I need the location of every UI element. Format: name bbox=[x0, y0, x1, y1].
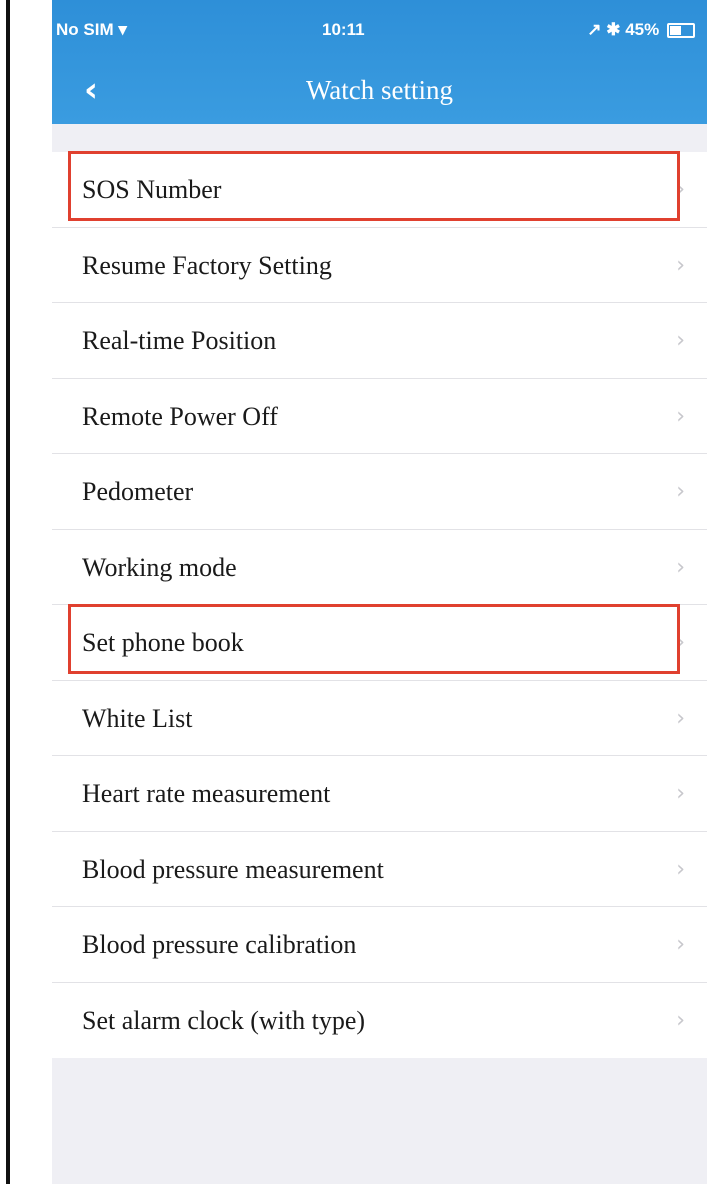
settings-row-pedometer[interactable]: Pedometer › bbox=[52, 454, 707, 530]
settings-row-blood-pressure-calibration[interactable]: Blood pressure calibration › bbox=[52, 907, 707, 983]
settings-row-working-mode[interactable]: Working mode › bbox=[52, 530, 707, 605]
chevron-right-icon: › bbox=[676, 1007, 685, 1033]
settings-row-remote-power-off[interactable]: Remote Power Off › bbox=[52, 379, 707, 454]
battery-percentage: ↗ ✱ 45% bbox=[587, 20, 660, 39]
settings-row-label: SOS Number bbox=[82, 175, 222, 204]
chevron-right-icon: › bbox=[676, 328, 685, 353]
settings-row-label: Pedometer bbox=[82, 477, 194, 506]
settings-row-label: White List bbox=[82, 703, 193, 733]
settings-row-label: Blood pressure measurement bbox=[82, 854, 384, 884]
chevron-right-icon: › bbox=[676, 932, 685, 957]
chevron-right-icon: › bbox=[676, 177, 685, 202]
settings-row-label: Real-time Position bbox=[82, 326, 277, 355]
settings-row-label: Resume Factory Setting bbox=[82, 250, 332, 280]
left-border bbox=[6, 0, 10, 1184]
settings-row-label: Working mode bbox=[82, 552, 237, 582]
battery-icon bbox=[667, 23, 695, 39]
status-time: 10:11 bbox=[322, 20, 365, 39]
chevron-right-icon: › bbox=[676, 479, 685, 504]
settings-row-heart-rate-measurement[interactable]: Heart rate measurement › bbox=[52, 756, 707, 832]
chevron-right-icon: › bbox=[676, 403, 685, 429]
settings-row-label: Remote Power Off bbox=[82, 401, 278, 431]
chevron-right-icon: › bbox=[676, 856, 685, 882]
chevron-right-icon: › bbox=[676, 705, 685, 731]
settings-row-real-time-position[interactable]: Real-time Position › bbox=[52, 303, 707, 379]
settings-row-sos-number[interactable]: SOS Number › bbox=[52, 151, 707, 228]
settings-row-blood-pressure-measurement[interactable]: Blood pressure measurement › bbox=[52, 832, 707, 907]
page-title: Watch setting bbox=[305, 75, 454, 105]
settings-row-label: Blood pressure calibration bbox=[82, 930, 357, 959]
chevron-right-icon: › bbox=[676, 630, 685, 655]
nav-header: No SIM ▾ 10:11 ↗ ✱ 45% ‹ Watch setting bbox=[52, 0, 707, 124]
settings-row-label: Heart rate measurement bbox=[82, 779, 331, 808]
settings-row-resume-factory-setting[interactable]: Resume Factory Setting › bbox=[52, 228, 707, 303]
settings-row-set-phone-book[interactable]: Set phone book › bbox=[52, 604, 707, 681]
settings-row-white-list[interactable]: White List › bbox=[52, 681, 707, 756]
settings-row-set-alarm-clock-with-type[interactable]: Set alarm clock (with type) › bbox=[52, 983, 707, 1059]
status-indicators: ↗ ✱ 45% bbox=[587, 20, 695, 40]
settings-row-label: Set phone book bbox=[82, 628, 244, 657]
chevron-right-icon: › bbox=[676, 252, 685, 278]
carrier-label: No SIM ▾ bbox=[56, 20, 127, 39]
phone-screen: No SIM ▾ 10:11 ↗ ✱ 45% ‹ Watch setting S… bbox=[52, 0, 707, 1184]
battery-fill bbox=[670, 26, 681, 36]
chevron-right-icon: › bbox=[676, 554, 685, 580]
screenshot-frame: No SIM ▾ 10:11 ↗ ✱ 45% ‹ Watch setting S… bbox=[0, 0, 707, 1184]
status-bar: No SIM ▾ 10:11 ↗ ✱ 45% bbox=[52, 0, 707, 58]
settings-row-label: Set alarm clock (with type) bbox=[82, 1005, 366, 1035]
chevron-right-icon: › bbox=[676, 781, 685, 806]
settings-list: SOS Number › Resume Factory Setting › Real-t… bbox=[52, 151, 707, 1059]
